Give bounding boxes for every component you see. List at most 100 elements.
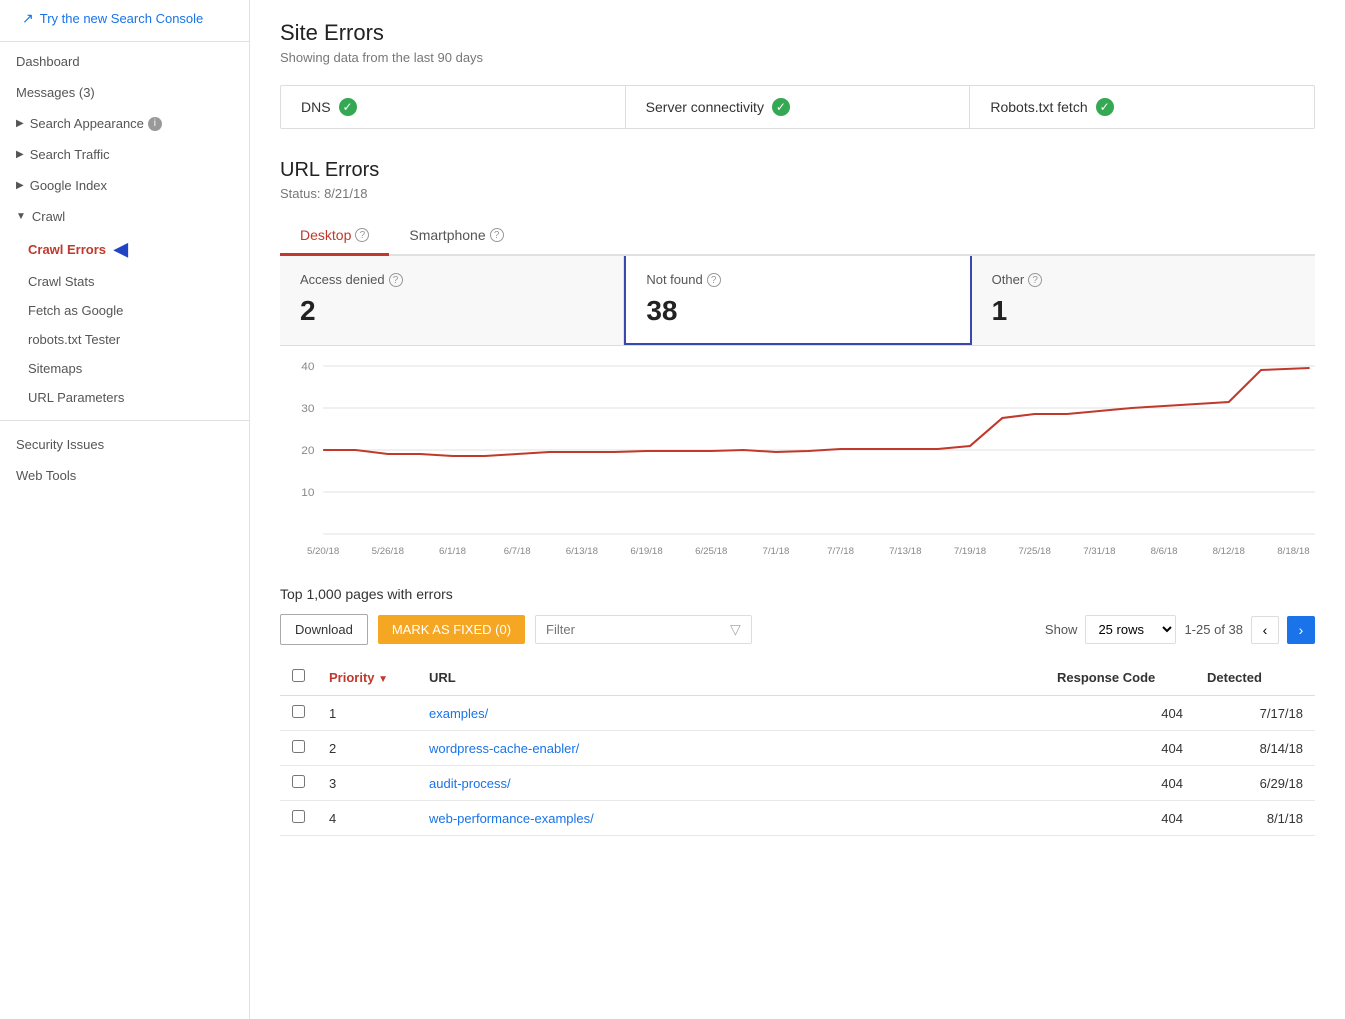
sidebar-item-google-index[interactable]: Google Index [0, 170, 249, 201]
row-detected: 8/14/18 [1195, 731, 1315, 766]
server-connectivity-label: Server connectivity [646, 99, 764, 115]
sidebar-sub-url-parameters[interactable]: URL Parameters [0, 383, 249, 412]
page-title: Site Errors [280, 20, 1315, 46]
table-row: 4 web-performance-examples/ 404 8/1/18 [280, 801, 1315, 836]
main-content: Site Errors Showing data from the last 9… [250, 0, 1345, 1019]
errors-table: Priority ▼ URL Response Code Detected 1 … [280, 659, 1315, 836]
row-response-code: 404 [1045, 731, 1195, 766]
row-response-code: 404 [1045, 766, 1195, 801]
show-label: Show [1045, 622, 1078, 637]
error-card-access-denied[interactable]: Access denied ? 2 [280, 256, 624, 345]
row-priority: 2 [317, 731, 417, 766]
filter-input-wrap: ▽ [535, 615, 752, 644]
sidebar-sub-robots-tester[interactable]: robots.txt Tester [0, 325, 249, 354]
url-header: URL [417, 659, 1045, 696]
other-count: 1 [992, 295, 1295, 327]
rows-per-page-select[interactable]: 25 rows 50 rows 100 rows [1085, 615, 1176, 644]
table-section-title: Top 1,000 pages with errors [280, 586, 1315, 602]
detected-header: Detected [1195, 659, 1315, 696]
sidebar-item-search-traffic[interactable]: Search Traffic [0, 139, 249, 170]
mark-fixed-button[interactable]: MARK AS FIXED (0) [378, 615, 525, 644]
tab-desktop[interactable]: Desktop ? [280, 217, 389, 256]
svg-text:6/25/18: 6/25/18 [695, 546, 727, 556]
download-button[interactable]: Download [280, 614, 368, 645]
url-link[interactable]: wordpress-cache-enabler/ [429, 741, 579, 756]
smartphone-tab-help-icon[interactable]: ? [490, 228, 504, 242]
sidebar-item-search-appearance[interactable]: Search Appearance i [0, 108, 249, 139]
sidebar-sub-fetch-as-google[interactable]: Fetch as Google [0, 296, 249, 325]
sidebar-sub-sitemaps[interactable]: Sitemaps [0, 354, 249, 383]
row-priority: 3 [317, 766, 417, 801]
url-link[interactable]: web-performance-examples/ [429, 811, 594, 826]
page-subtitle: Showing data from the last 90 days [280, 50, 1315, 65]
svg-text:8/12/18: 8/12/18 [1213, 546, 1245, 556]
svg-text:5/20/18: 5/20/18 [307, 546, 339, 556]
svg-text:6/19/18: 6/19/18 [630, 546, 662, 556]
try-new-console-link[interactable]: ↗ Try the new Search Console [0, 0, 249, 37]
row-url: wordpress-cache-enabler/ [417, 731, 1045, 766]
access-denied-count: 2 [300, 295, 603, 327]
response-code-header: Response Code [1045, 659, 1195, 696]
try-new-console-label: Try the new Search Console [40, 11, 204, 26]
sidebar-item-dashboard[interactable]: Dashboard [0, 46, 249, 77]
svg-text:7/19/18: 7/19/18 [954, 546, 986, 556]
svg-text:7/7/18: 7/7/18 [827, 546, 854, 556]
error-trend-chart: 40 30 20 10 5/20/18 5/26/18 6/1/18 6/7/1… [280, 356, 1315, 556]
prev-page-button[interactable]: ‹ [1251, 616, 1279, 644]
url-link[interactable]: examples/ [429, 706, 488, 721]
server-check-icon: ✓ [772, 98, 790, 116]
sort-arrow-icon: ▼ [378, 674, 388, 685]
url-link[interactable]: audit-process/ [429, 776, 511, 791]
sidebar-item-web-tools[interactable]: Web Tools [0, 460, 249, 491]
svg-text:30: 30 [301, 403, 314, 415]
desktop-tab-help-icon[interactable]: ? [355, 228, 369, 242]
sidebar-item-messages[interactable]: Messages (3) [0, 77, 249, 108]
filter-funnel-icon: ▽ [730, 621, 741, 638]
error-card-not-found[interactable]: Not found ? 38 [624, 256, 971, 345]
svg-text:5/26/18: 5/26/18 [372, 546, 404, 556]
row-checkbox[interactable] [292, 705, 305, 718]
select-all-checkbox[interactable] [292, 669, 305, 682]
table-row: 2 wordpress-cache-enabler/ 404 8/14/18 [280, 731, 1315, 766]
row-detected: 6/29/18 [1195, 766, 1315, 801]
row-url: examples/ [417, 696, 1045, 731]
not-found-help-icon[interactable]: ? [707, 273, 721, 287]
access-denied-help-icon[interactable]: ? [389, 273, 403, 287]
sidebar-sub-crawl-stats[interactable]: Crawl Stats [0, 267, 249, 296]
svg-text:6/13/18: 6/13/18 [566, 546, 598, 556]
row-checkbox[interactable] [292, 775, 305, 788]
svg-text:6/1/18: 6/1/18 [439, 546, 466, 556]
row-response-code: 404 [1045, 696, 1195, 731]
row-detected: 7/17/18 [1195, 696, 1315, 731]
row-detected: 8/1/18 [1195, 801, 1315, 836]
info-icon: i [148, 117, 162, 131]
row-checkbox[interactable] [292, 810, 305, 823]
table-right-controls: Show 25 rows 50 rows 100 rows 1-25 of 38… [1045, 615, 1315, 644]
svg-text:20: 20 [301, 445, 314, 457]
row-priority: 1 [317, 696, 417, 731]
filter-input[interactable] [546, 622, 722, 637]
other-help-icon[interactable]: ? [1028, 273, 1042, 287]
robots-check-icon: ✓ [1096, 98, 1114, 116]
url-errors-status: Status: 8/21/18 [280, 186, 1315, 201]
row-checkbox[interactable] [292, 740, 305, 753]
dns-label: DNS [301, 99, 331, 115]
url-errors-title: URL Errors [280, 159, 1315, 182]
tab-smartphone[interactable]: Smartphone ? [389, 217, 523, 256]
svg-text:40: 40 [301, 361, 314, 373]
svg-text:7/13/18: 7/13/18 [889, 546, 921, 556]
error-cards-row: Access denied ? 2 Not found ? 38 Other ?… [280, 256, 1315, 346]
robots-fetch-label: Robots.txt fetch [990, 99, 1087, 115]
sidebar-sub-crawl-errors[interactable]: Crawl Errors ◀ [0, 232, 249, 267]
select-all-header [280, 659, 317, 696]
device-tabs-row: Desktop ? Smartphone ? [280, 217, 1315, 256]
svg-text:7/1/18: 7/1/18 [762, 546, 789, 556]
priority-sort-button[interactable]: Priority ▼ [329, 670, 388, 685]
error-card-other[interactable]: Other ? 1 [972, 256, 1315, 345]
site-errors-row: DNS ✓ Server connectivity ✓ Robots.txt f… [280, 85, 1315, 129]
site-error-server-connectivity: Server connectivity ✓ [626, 86, 971, 128]
next-page-button[interactable]: › [1287, 616, 1315, 644]
row-response-code: 404 [1045, 801, 1195, 836]
sidebar-item-security-issues[interactable]: Security Issues [0, 429, 249, 460]
sidebar-item-crawl[interactable]: Crawl [0, 201, 249, 232]
